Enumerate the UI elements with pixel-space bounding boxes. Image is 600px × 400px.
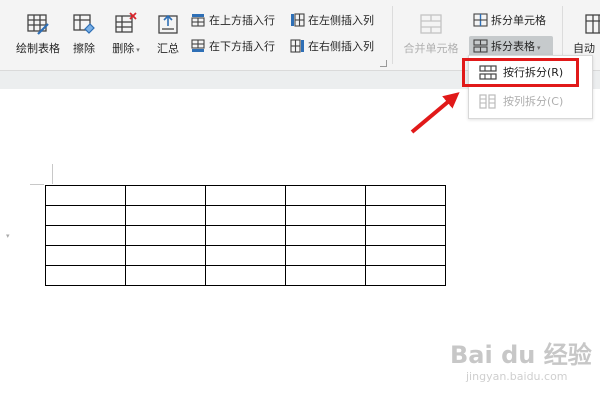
table-row	[45, 245, 446, 266]
table-cell[interactable]	[45, 225, 126, 246]
table-cell[interactable]	[285, 185, 366, 206]
page-corner-mark	[30, 184, 44, 185]
margin-marker-icon: ▾	[6, 232, 10, 240]
table-cell[interactable]	[125, 245, 206, 266]
table-cell[interactable]	[285, 225, 366, 246]
table-row	[45, 265, 446, 286]
red-arrow	[410, 92, 460, 134]
table-row	[45, 225, 446, 246]
table-cell[interactable]	[285, 245, 366, 266]
baidu-watermark: Bai du 经验	[450, 341, 592, 369]
table-cell[interactable]	[125, 185, 206, 206]
table-cell[interactable]	[125, 265, 206, 286]
watermark-url: jingyan.baidu.com	[466, 370, 568, 383]
table-cell[interactable]	[365, 245, 446, 266]
table-cell[interactable]	[45, 245, 126, 266]
table-cell[interactable]	[125, 205, 206, 226]
table-row	[45, 205, 446, 226]
table-cell[interactable]	[285, 205, 366, 226]
page-corner-mark	[52, 164, 53, 184]
table-cell[interactable]	[365, 265, 446, 286]
table-cell[interactable]	[365, 225, 446, 246]
table-cell[interactable]	[285, 265, 366, 286]
table-cell[interactable]	[125, 225, 206, 246]
table-row	[45, 185, 446, 206]
table-cell[interactable]	[45, 265, 126, 286]
table-cell[interactable]	[205, 225, 286, 246]
table-cell[interactable]	[45, 205, 126, 226]
table-cell[interactable]	[365, 205, 446, 226]
table-cell[interactable]	[205, 185, 286, 206]
table-cell[interactable]	[205, 205, 286, 226]
document-table[interactable]	[45, 185, 446, 286]
table-cell[interactable]	[205, 265, 286, 286]
table-cell[interactable]	[205, 245, 286, 266]
table-cell[interactable]	[365, 185, 446, 206]
table-cell[interactable]	[45, 185, 126, 206]
